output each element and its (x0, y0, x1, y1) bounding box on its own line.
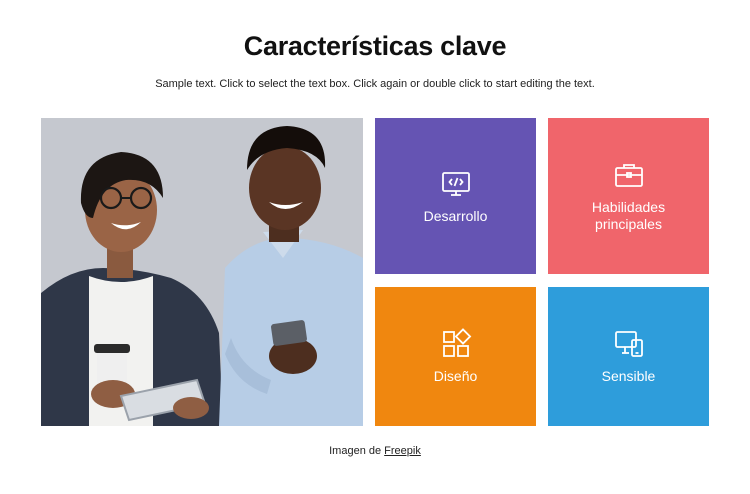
feature-tile-development[interactable]: Desarrollo (375, 118, 536, 274)
devices-icon (614, 331, 643, 357)
credit-prefix: Imagen de (329, 445, 382, 457)
image-credit: Imagen de Freepik (0, 445, 750, 457)
feature-tile-skills[interactable]: Habilidades principales (548, 118, 709, 274)
code-window-icon (441, 171, 470, 196)
feature-photo (41, 118, 363, 426)
feature-tile-design[interactable]: Diseño (375, 287, 536, 426)
freepik-link[interactable]: Freepik (384, 445, 421, 457)
design-blocks-icon (442, 328, 471, 357)
feature-tile-responsive[interactable]: Sensible (548, 287, 709, 426)
tile-label: Diseño (433, 368, 478, 384)
briefcase-icon (614, 164, 643, 187)
tile-label: Desarrollo (423, 207, 488, 224)
page-subtitle[interactable]: Sample text. Click to select the text bo… (0, 78, 750, 90)
tile-label: Sensible (601, 368, 656, 384)
page-title: Características clave (243, 31, 507, 61)
tile-label: Habilidades principales (591, 199, 666, 232)
